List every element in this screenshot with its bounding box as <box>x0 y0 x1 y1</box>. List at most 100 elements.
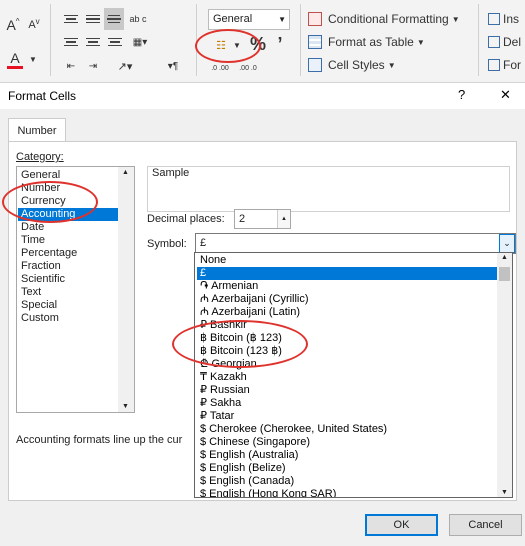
symbol-option[interactable]: ₼ Azerbaijani (Cyrillic) <box>197 293 497 306</box>
font-color-button[interactable]: A <box>4 46 26 72</box>
category-item[interactable]: Special <box>18 299 119 312</box>
tab-number[interactable]: Number <box>8 118 66 142</box>
cell-styles-button[interactable]: Cell Styles ▼ <box>308 55 468 75</box>
font-color-bar <box>7 65 23 69</box>
scroll-thumb[interactable] <box>499 267 510 281</box>
align-center-icon[interactable] <box>84 34 102 50</box>
symbol-option[interactable]: ₸ Kazakh <box>197 371 497 384</box>
font-color-dropdown-icon[interactable]: ▼ <box>28 50 38 68</box>
symbol-option[interactable]: $ Chinese (Singapore) <box>197 436 497 449</box>
accounting-dropdown-icon[interactable]: ▼ <box>232 38 242 52</box>
symbol-option[interactable]: ֏ Armenian <box>197 280 497 293</box>
symbol-option[interactable]: ₽ Russian <box>197 384 497 397</box>
wrap-text-label: ab c <box>129 13 147 24</box>
category-item[interactable]: Percentage <box>18 247 119 260</box>
decimal-places-input[interactable]: 2 ▲▼ <box>234 209 291 240</box>
align-top-icon[interactable] <box>62 10 80 28</box>
category-item-selected[interactable]: Accounting <box>18 208 119 221</box>
scroll-down-icon[interactable]: ▼ <box>122 403 129 410</box>
symbol-option[interactable]: ₽ Sakha <box>197 397 497 410</box>
ok-label: OK <box>393 519 410 531</box>
decrease-font-size-button[interactable]: Av <box>26 14 42 36</box>
orientation-icon[interactable]: ↗▾ <box>112 57 138 75</box>
format-as-table-button[interactable]: Format as Table ▼ <box>308 32 468 52</box>
align-right-icon[interactable] <box>106 34 124 50</box>
paragraph-mark: ¶ <box>172 60 179 72</box>
ribbon: A ^ Av A ▼ ab c ▦▾ ⇤ ⇥ ↗▾ ▾ ¶ General ▼ ☷ … <box>0 0 525 83</box>
close-button[interactable]: ✕ <box>500 87 511 103</box>
percent-style-button[interactable]: % <box>248 34 268 54</box>
symbol-list-scrollbar[interactable]: ▲ ▼ <box>497 253 512 497</box>
decrease-decimal-button[interactable]: .00 .0 <box>236 59 260 77</box>
align-left-icon[interactable] <box>62 34 80 50</box>
decimal-spinner[interactable]: ▲▼ <box>277 210 290 240</box>
number-format-select[interactable]: General ▼ <box>208 9 290 30</box>
scroll-down-icon[interactable]: ▼ <box>501 489 508 496</box>
category-description: Accounting formats line up the cur <box>16 434 183 446</box>
symbol-option[interactable]: $ English (Belize) <box>197 462 497 475</box>
sample-group <box>147 166 510 212</box>
symbol-option[interactable]: $ English (Canada) <box>197 475 497 488</box>
cell-styles-label: Cell Styles <box>328 58 385 72</box>
category-item[interactable]: Fraction <box>18 260 119 273</box>
symbol-option[interactable]: None <box>197 254 497 267</box>
category-item[interactable]: Time <box>18 234 119 247</box>
chevron-down-icon: ▼ <box>278 15 286 24</box>
increase-decimal-label: .0 .00 <box>211 64 229 72</box>
category-item[interactable]: Scientific <box>18 273 119 286</box>
tab-number-label: Number <box>17 124 57 137</box>
category-item[interactable]: Number <box>18 182 119 195</box>
align-bottom-icon[interactable] <box>104 8 124 30</box>
chevron-down-icon: ▼ <box>416 37 425 47</box>
symbol-option[interactable]: ฿ Bitcoin (123 ฿) <box>197 345 497 358</box>
chevron-down-icon[interactable]: ⌄ <box>499 234 515 253</box>
symbol-option[interactable]: ₼ Azerbaijani (Latin) <box>197 306 497 319</box>
percent-label: % <box>249 33 266 54</box>
dialog-titlebar: Format Cells ? ✕ <box>0 83 525 109</box>
format-icon <box>488 59 500 71</box>
scroll-up-icon[interactable]: ▲ <box>501 254 508 261</box>
decimal-places-value: 2 <box>239 213 246 225</box>
category-item[interactable]: Date <box>18 221 119 234</box>
chevron-down-icon: ▼ <box>451 14 460 24</box>
category-item[interactable]: Custom <box>18 312 119 325</box>
category-item[interactable]: General <box>18 169 119 182</box>
text-direction-icon[interactable]: ▾ ¶ <box>160 58 186 74</box>
category-scrollbar[interactable]: ▲ ▼ <box>118 167 134 412</box>
increase-decimal-button[interactable]: .0 .00 <box>208 59 232 77</box>
category-list[interactable]: General Number Currency Accounting Date … <box>16 166 135 413</box>
symbol-option[interactable]: ₾ Georgian <box>197 358 497 371</box>
format-label: For <box>503 58 521 72</box>
comma-style-button[interactable]: ’ <box>272 34 288 54</box>
symbol-option[interactable]: ฿ Bitcoin (฿ 123) <box>197 332 497 345</box>
symbol-select[interactable]: £ ⌄ <box>195 233 516 254</box>
delete-cells-button[interactable]: Del <box>488 32 525 52</box>
decrease-indent-icon[interactable]: ⇤ <box>62 58 80 74</box>
symbol-dropdown-list[interactable]: None £ ֏ Armenian ₼ Azerbaijani (Cyrilli… <box>194 252 513 498</box>
category-item[interactable]: Currency <box>18 195 119 208</box>
symbol-option[interactable]: $ English (Australia) <box>197 449 497 462</box>
symbol-option-selected[interactable]: £ <box>197 267 497 280</box>
align-middle-icon[interactable] <box>84 10 102 28</box>
accounting-format-icon[interactable]: ☷ <box>210 36 232 54</box>
category-item[interactable]: Text <box>18 286 119 299</box>
help-button[interactable]: ? <box>458 87 465 102</box>
increase-indent-icon[interactable]: ⇥ <box>84 58 102 74</box>
format-cells-button[interactable]: For <box>488 55 525 75</box>
wrap-text-icon[interactable]: ab c <box>128 8 148 30</box>
format-cells-dialog: Format Cells ? ✕ Number Category: Genera… <box>0 83 525 546</box>
increase-font-size-button[interactable]: A ^ <box>4 14 22 36</box>
merge-center-icon[interactable]: ▦▾ <box>128 34 152 50</box>
conditional-formatting-button[interactable]: Conditional Formatting ▼ <box>308 9 468 29</box>
comma-label: ’ <box>277 33 283 54</box>
symbol-option[interactable]: $ English (Hong Kong SAR) <box>197 488 497 497</box>
symbol-option[interactable]: ₽ Tatar <box>197 410 497 423</box>
symbol-option[interactable]: ₽ Bashkir <box>197 319 497 332</box>
ok-button[interactable]: OK <box>365 514 438 536</box>
scroll-up-icon[interactable]: ▲ <box>122 169 129 176</box>
symbol-option[interactable]: $ Cherokee (Cherokee, United States) <box>197 423 497 436</box>
cancel-button[interactable]: Cancel <box>449 514 522 536</box>
delete-label: Del <box>503 35 522 49</box>
insert-cells-button[interactable]: Ins <box>488 9 525 29</box>
spin-up-icon[interactable]: ▲ <box>281 210 287 228</box>
